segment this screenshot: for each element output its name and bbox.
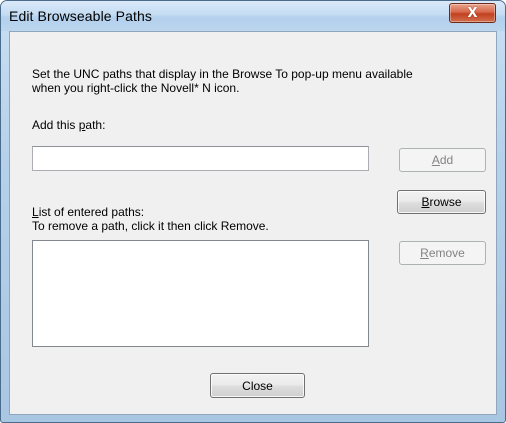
add-path-input[interactable] [33,147,368,170]
close-button[interactable]: Close [210,373,305,398]
description-line-1: Set the UNC paths that display in the Br… [32,67,413,81]
description-line-2: when you right-click the Novell* N icon. [32,81,240,95]
close-window-button[interactable]: X [449,3,496,23]
list-hint: To remove a path, click it then click Re… [32,219,269,233]
paths-listbox[interactable] [32,240,369,347]
browse-button[interactable]: Browse [397,190,486,214]
dialog-window: Edit Browseable Paths X Set the UNC path… [0,0,506,423]
add-path-label: Add this path: [32,118,106,132]
add-button[interactable]: Add [399,148,486,172]
close-icon: X [467,5,478,21]
add-path-input-box [32,146,369,171]
window-title: Edit Browseable Paths [9,8,152,24]
title-bar[interactable]: Edit Browseable Paths X [1,1,505,31]
list-label: List of entered paths: [32,205,145,219]
remove-button[interactable]: Remove [399,241,486,265]
dialog-body: Set the UNC paths that display in the Br… [9,31,497,415]
